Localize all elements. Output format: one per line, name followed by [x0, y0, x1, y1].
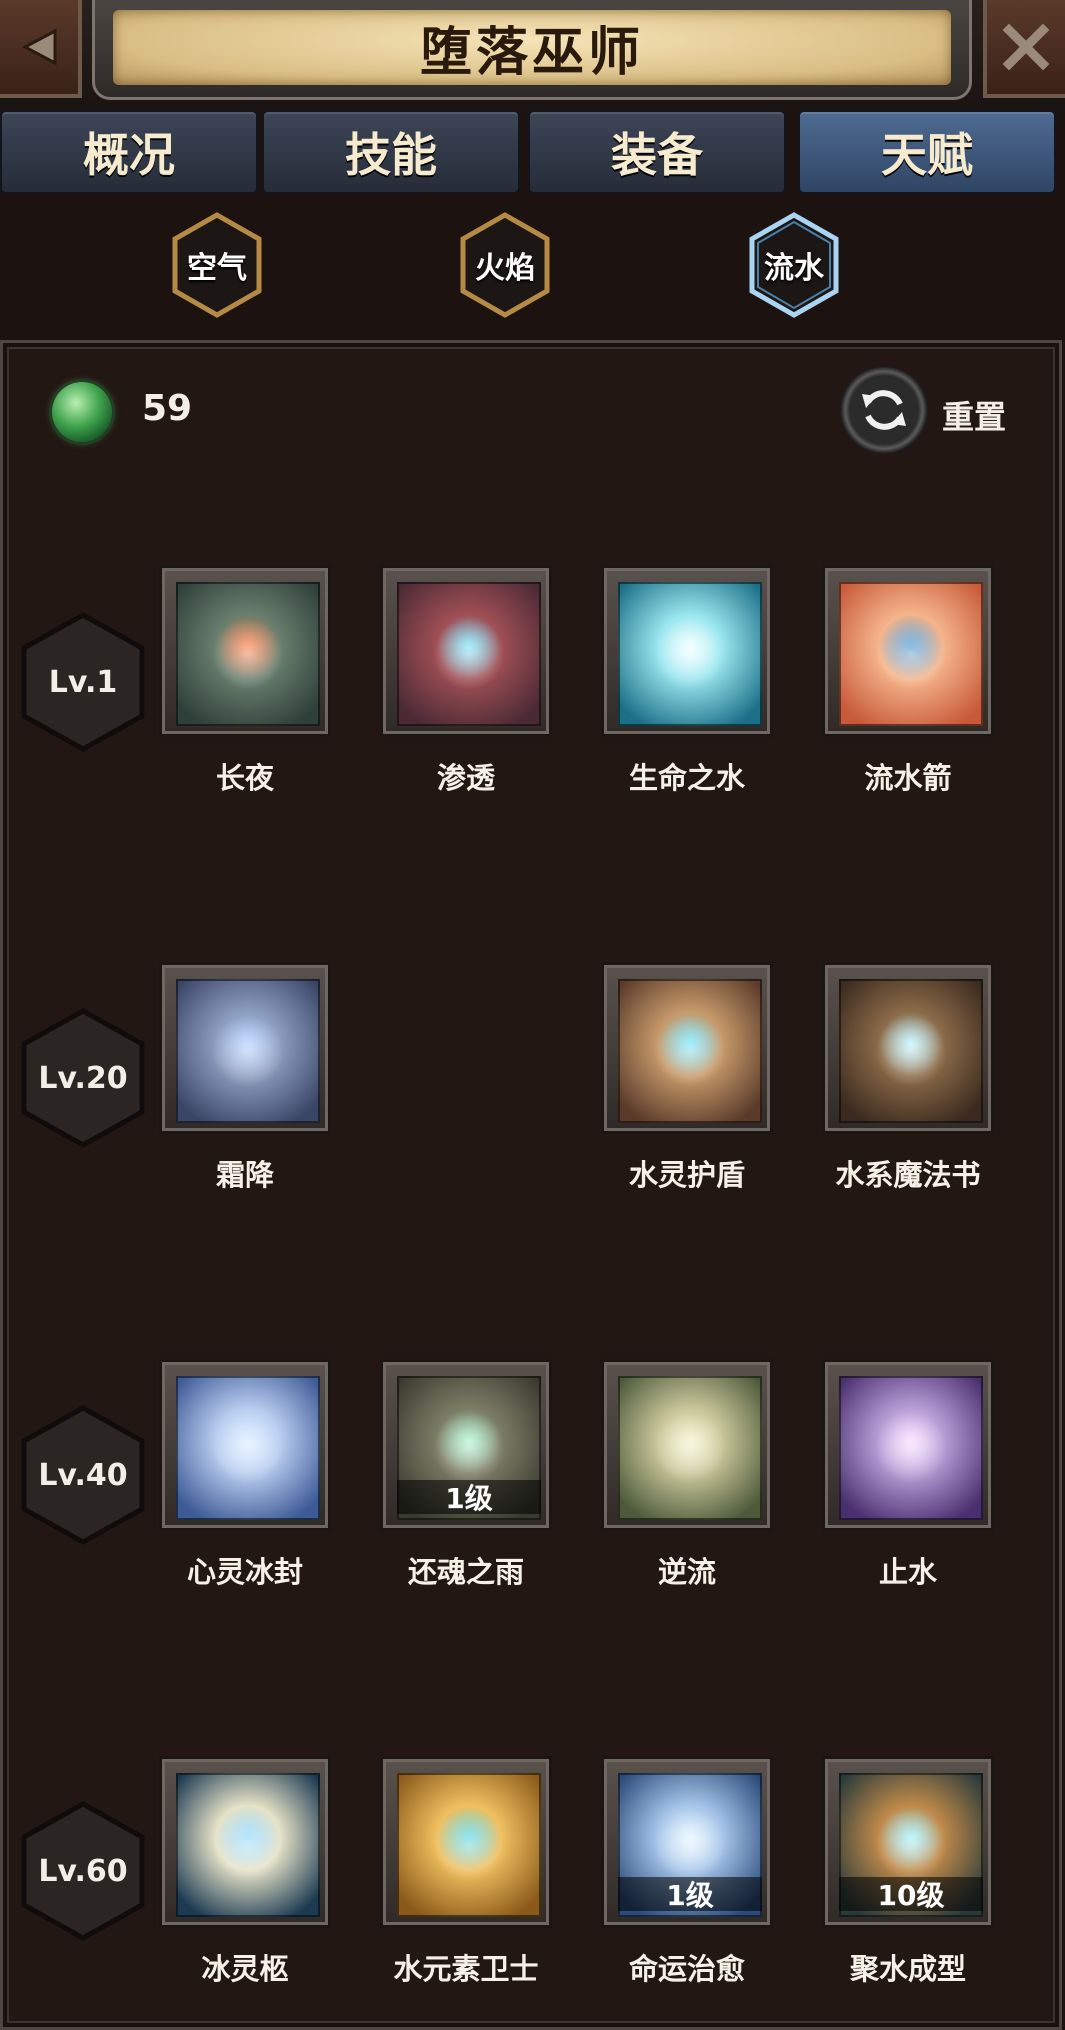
talent-slot[interactable]: 渗透: [380, 565, 552, 805]
header: 堕落巫师: [0, 0, 1065, 108]
talent-art: [397, 582, 541, 726]
tab-bar: 概况 技能 装备 天赋: [0, 110, 1065, 194]
talent-name: 还魂之雨: [407, 1555, 524, 1589]
talent-art: [839, 582, 983, 726]
talent-name: 流水箭: [864, 761, 952, 795]
tier-level-label: Lv.1: [48, 664, 118, 700]
talent-art: [618, 582, 762, 726]
tier-level-badge: Lv.20: [20, 1008, 146, 1148]
talent-slot[interactable]: 生命之水: [601, 565, 773, 805]
tab-label: 天赋: [881, 128, 973, 182]
talent-rank-badge: 1级: [618, 1877, 762, 1912]
talent-slot[interactable]: 心灵冰封: [159, 1359, 331, 1599]
talent-slot[interactable]: 长夜: [159, 565, 331, 805]
talent-frame: 1级: [380, 1359, 552, 1531]
talent-frame: [822, 1359, 994, 1531]
talent-art: [839, 1376, 983, 1520]
tab-overview[interactable]: 概况: [0, 110, 258, 194]
talent-art: [176, 582, 320, 726]
back-arrow-icon: [21, 28, 57, 66]
talent-name: 渗透: [436, 761, 495, 795]
talent-slot[interactable]: 冰灵柩: [159, 1756, 331, 1996]
talent-slot[interactable]: 水系魔法书: [822, 962, 994, 1202]
reset-button[interactable]: [840, 366, 928, 454]
talent-name: 逆流: [657, 1555, 716, 1589]
title-plate: 堕落巫师: [113, 10, 951, 85]
talent-slot[interactable]: 10级聚水成型: [822, 1756, 994, 1996]
talent-frame: [159, 962, 331, 1134]
tier-level-label: Lv.20: [38, 1060, 128, 1096]
talent-slot[interactable]: 霜降: [159, 962, 331, 1202]
talent-frame: [822, 565, 994, 737]
talent-name: 冰灵柩: [201, 1952, 289, 1986]
element-water-button[interactable]: 流水: [748, 212, 840, 318]
tab-label: 装备: [611, 128, 703, 182]
talent-rank-badge: 1级: [397, 1480, 541, 1515]
talent-frame: [601, 962, 773, 1134]
talent-art: [176, 1376, 320, 1520]
talent-name: 止水: [878, 1555, 937, 1589]
tier-level-label: Lv.60: [38, 1853, 128, 1889]
talent-name: 长夜: [215, 761, 274, 795]
talent-slot[interactable]: 水灵护盾: [601, 962, 773, 1202]
talent-slot[interactable]: 逆流: [601, 1359, 773, 1599]
talent-rank-badge: 10级: [839, 1877, 983, 1912]
close-button[interactable]: [983, 0, 1065, 98]
talent-frame: [159, 1756, 331, 1928]
tab-skills[interactable]: 技能: [262, 110, 520, 194]
talent-slot[interactable]: 1级还魂之雨: [380, 1359, 552, 1599]
talent-name: 水元素卫士: [393, 1952, 539, 1986]
talent-name: 命运治愈: [628, 1952, 745, 1986]
talent-slot[interactable]: 止水: [822, 1359, 994, 1599]
talent-name: 聚水成型: [849, 1952, 966, 1986]
talent-art: [839, 979, 983, 1123]
tab-label: 技能: [345, 128, 437, 182]
tab-talents[interactable]: 天赋: [798, 110, 1056, 194]
talent-art: [176, 979, 320, 1123]
tier-level-badge: Lv.1: [20, 612, 146, 752]
reset-label: 重置: [942, 398, 1007, 436]
tab-equipment[interactable]: 装备: [528, 110, 786, 194]
talent-art: [397, 1773, 541, 1917]
talent-art: [176, 1773, 320, 1917]
tab-label: 概况: [83, 128, 175, 182]
element-label: 流水: [764, 251, 824, 286]
tier-level-label: Lv.40: [38, 1457, 128, 1493]
talent-frame: 10级: [822, 1756, 994, 1928]
talent-frame: [380, 1756, 552, 1928]
page-title: 堕落巫师: [419, 22, 644, 83]
talent-frame: [822, 962, 994, 1134]
element-label: 火焰: [475, 251, 535, 286]
talent-name: 霜降: [215, 1158, 274, 1192]
talent-name: 生命之水: [628, 761, 745, 795]
element-air-button[interactable]: 空气: [171, 212, 263, 318]
element-selector: 空气 火焰 流水: [0, 204, 1065, 334]
talent-slot[interactable]: 1级命运治愈: [601, 1756, 773, 1996]
close-x-icon: [1002, 23, 1050, 71]
talent-art: [618, 979, 762, 1123]
green-orb-icon: [52, 382, 112, 442]
talent-slot[interactable]: 水元素卫士: [380, 1756, 552, 1996]
talent-frame: [159, 1359, 331, 1531]
refresh-icon: [862, 390, 906, 430]
talent-frame: [601, 565, 773, 737]
tier-level-badge: Lv.40: [20, 1405, 146, 1545]
talent-points: 59: [142, 388, 193, 429]
talent-frame: [380, 565, 552, 737]
talent-frame: [601, 1359, 773, 1531]
tier-level-badge: Lv.60: [20, 1801, 146, 1941]
element-label: 空气: [187, 251, 247, 286]
talent-name: 心灵冰封: [186, 1555, 303, 1589]
talent-frame: 1级: [601, 1756, 773, 1928]
talent-art: [618, 1376, 762, 1520]
element-fire-button[interactable]: 火焰: [459, 212, 551, 318]
talent-name: 水灵护盾: [628, 1158, 745, 1192]
talent-frame: [159, 565, 331, 737]
title-frame: 堕落巫师: [92, 0, 972, 100]
talent-slot[interactable]: 流水箭: [822, 565, 994, 805]
back-button[interactable]: [0, 0, 82, 98]
talent-name: 水系魔法书: [835, 1158, 981, 1192]
